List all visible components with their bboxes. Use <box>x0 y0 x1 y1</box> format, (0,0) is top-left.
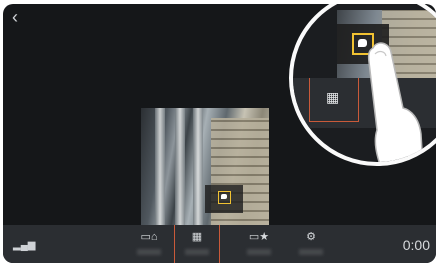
column-shape <box>175 108 185 228</box>
bottom-bar: ▂▄▆ ▭⌂ ▦ ▭★ ⚙ 0:00 <box>3 225 436 263</box>
bottom-item-home[interactable]: ▭⌂ <box>127 225 171 263</box>
column-shape <box>155 108 165 228</box>
highlight-box <box>218 191 231 204</box>
home-icon: ▭⌂ <box>140 231 158 243</box>
star-icon: ▭★ <box>248 231 270 243</box>
signal-icon: ▂▄▆ <box>13 240 36 251</box>
finger-icon <box>367 42 423 162</box>
page-title <box>47 10 157 22</box>
back-icon[interactable]: ‹ <box>12 8 18 26</box>
screen: ‹ ▂▄▆ ▭⌂ ▦ ▭★ ⚙ 0:00 ▦ <box>3 4 436 263</box>
grid-icon: ▦ <box>191 231 203 243</box>
apps-label <box>185 249 209 255</box>
callout-apps-button: ▦ <box>309 78 359 122</box>
column-shape <box>193 108 203 228</box>
settings-icon: ⚙ <box>306 231 316 243</box>
zoom-callout: ▦ <box>289 4 436 166</box>
settings-label <box>299 249 323 255</box>
home-label <box>137 249 161 255</box>
favorites-label <box>247 249 271 255</box>
speech-bubble-icon <box>221 194 227 199</box>
bottom-item-favorites[interactable]: ▭★ <box>237 225 281 263</box>
info-button[interactable] <box>205 185 243 213</box>
bottom-item-settings[interactable]: ⚙ <box>289 225 333 263</box>
grid-icon: ▦ <box>326 89 340 105</box>
bottom-item-apps[interactable]: ▦ <box>174 225 220 263</box>
clock: 0:00 <box>402 237 430 253</box>
map-preview <box>141 108 269 228</box>
